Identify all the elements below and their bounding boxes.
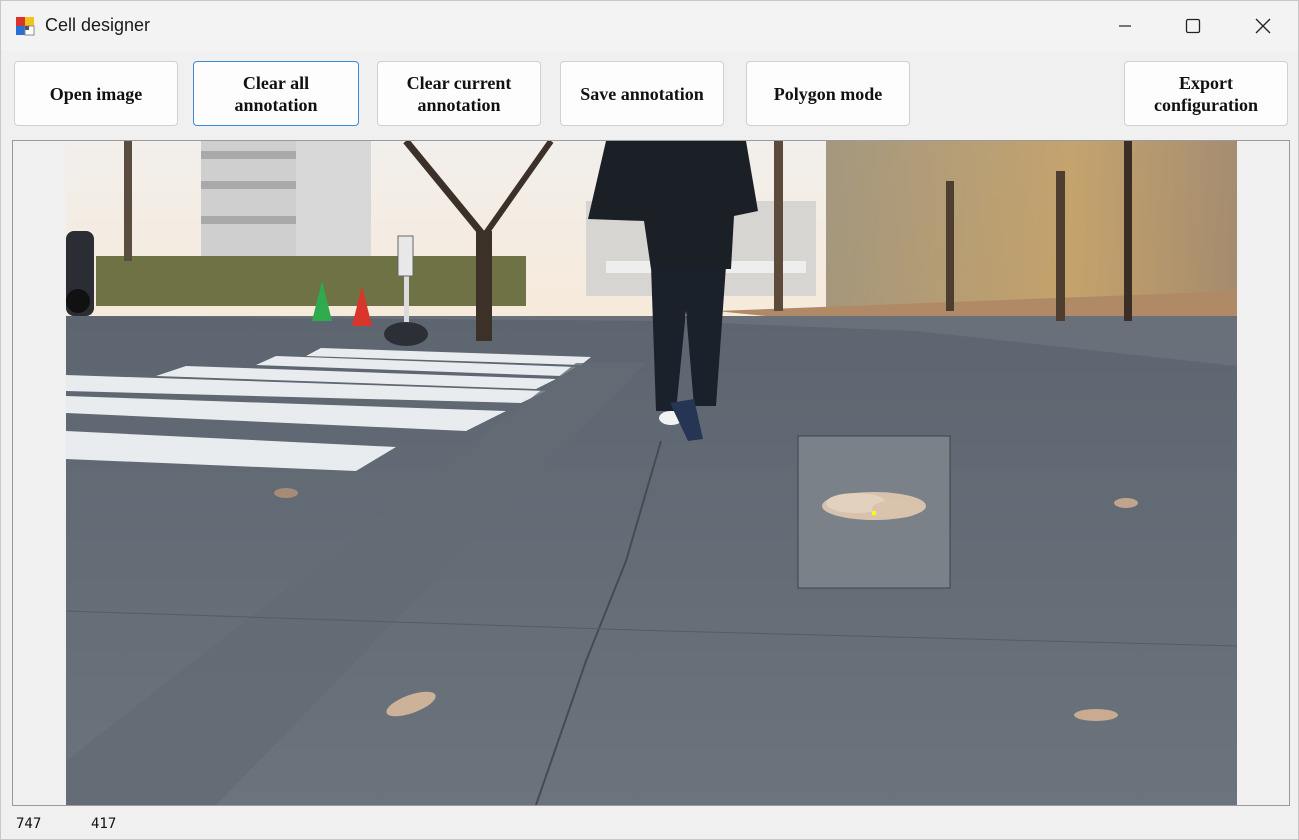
save-annotation-label: Save annotation [580,83,704,104]
street-photo[interactable] [66,141,1237,805]
open-image-label: Open image [49,83,143,104]
clear-current-label-line2: annotation [417,94,501,115]
save-annotation-button[interactable]: Save annotation [560,61,724,126]
app-icon [16,17,35,36]
clear-current-annotation-button[interactable]: Clear current annotation [377,61,541,126]
title-bar[interactable]: Cell designer [1,1,1298,51]
window-title: Cell designer [45,15,151,35]
cursor-dot [872,511,876,515]
cursor-y-readout: 417 [91,816,117,832]
close-button[interactable] [1230,1,1296,51]
maximize-icon [1185,18,1201,34]
app-window: Cell designer Open image Clear all annot… [0,0,1299,840]
image-panel[interactable] [12,140,1290,806]
export-label-line2: configuration [1153,94,1258,115]
maximize-button[interactable] [1160,1,1226,51]
export-label-line1: Export [1179,72,1233,93]
minimize-icon [1119,25,1131,27]
export-configuration-button[interactable]: Export configuration [1124,61,1288,126]
clear-all-label-line1: Clear all [242,72,310,93]
polygon-mode-label: Polygon mode [773,83,883,104]
close-icon [1255,18,1271,34]
clear-current-label-line1: Clear current [406,72,512,93]
minimize-button[interactable] [1092,1,1158,51]
open-image-button[interactable]: Open image [14,61,178,126]
polygon-mode-button[interactable]: Polygon mode [746,61,910,126]
clear-all-annotation-button[interactable]: Clear all annotation [193,61,359,126]
clear-all-label-line2: annotation [234,94,318,115]
status-bar: 747 417 [1,811,1298,839]
cursor-x-readout: 747 [16,816,42,832]
magnifier-inset [797,435,951,589]
